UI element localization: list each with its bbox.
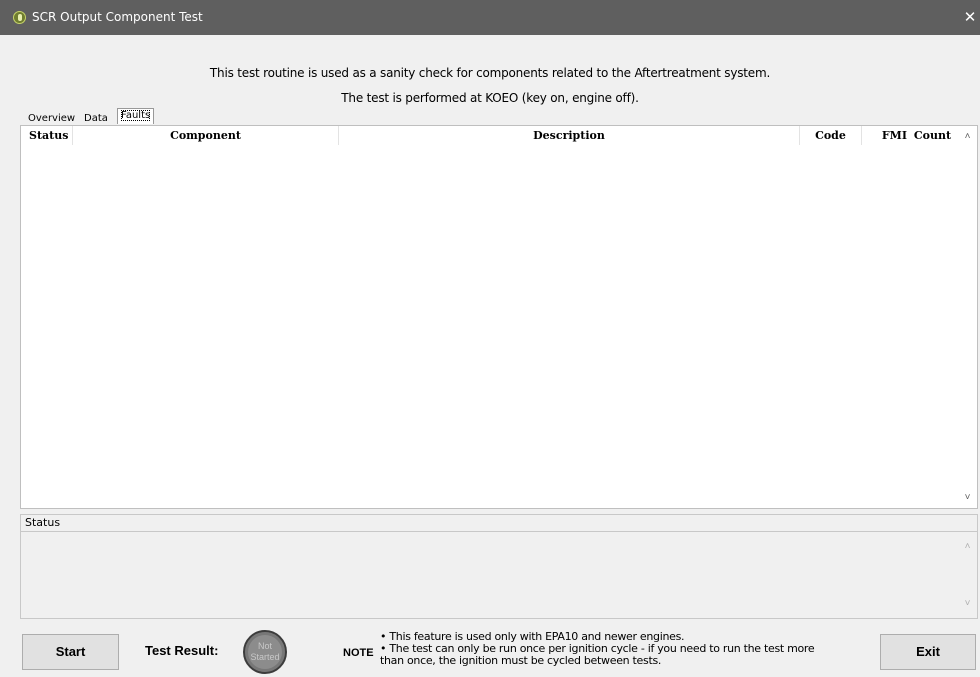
start-button[interactable]: Start: [22, 634, 119, 670]
test-result-state-line-1: Not: [257, 641, 272, 651]
chevron-down-icon[interactable]: ˅: [958, 595, 977, 612]
chevron-down-icon[interactable]: ˅: [958, 489, 977, 506]
test-result-label: Test Result:: [145, 643, 219, 658]
window-title: SCR Output Component Test: [32, 10, 203, 24]
column-header-component[interactable]: Component: [73, 126, 339, 145]
chevron-up-icon[interactable]: ˄: [958, 128, 977, 145]
exit-button[interactable]: Exit: [880, 634, 976, 670]
faults-table[interactable]: Status Component Description Code FMI Co…: [20, 125, 978, 509]
faults-table-header: Status Component Description Code FMI Co…: [21, 126, 958, 145]
intro-line-1: This test routine is used as a sanity ch…: [209, 66, 771, 80]
tab-faults[interactable]: Faults: [117, 108, 155, 124]
note-line-3: than once, the ignition must be cycled b…: [380, 654, 662, 667]
status-panel-header: Status: [20, 514, 978, 532]
intro-line-2: The test is performed at KOEO (key on, e…: [341, 91, 639, 105]
column-header-status[interactable]: Status: [21, 126, 73, 145]
app-logo-icon: [13, 11, 26, 24]
column-header-count[interactable]: Count: [907, 126, 958, 145]
faults-table-scrollbar[interactable]: ˄ ˅: [958, 126, 977, 508]
tab-faults-label: Faults: [121, 110, 151, 121]
column-header-code[interactable]: Code: [800, 126, 862, 145]
test-result-state-line-2: Started: [250, 652, 280, 662]
note-text: • This feature is used only with EPA10 a…: [380, 631, 870, 667]
column-header-fmi[interactable]: FMI: [862, 126, 909, 145]
close-icon[interactable]: ✕: [960, 0, 980, 35]
note-label: NOTE: [343, 647, 374, 659]
status-panel[interactable]: ˄ ˅: [20, 532, 978, 619]
chevron-up-icon[interactable]: ˄: [958, 538, 977, 555]
test-result-indicator: Not Started: [243, 630, 287, 674]
title-bar: SCR Output Component Test ✕: [0, 0, 980, 35]
column-header-description[interactable]: Description: [339, 126, 800, 145]
